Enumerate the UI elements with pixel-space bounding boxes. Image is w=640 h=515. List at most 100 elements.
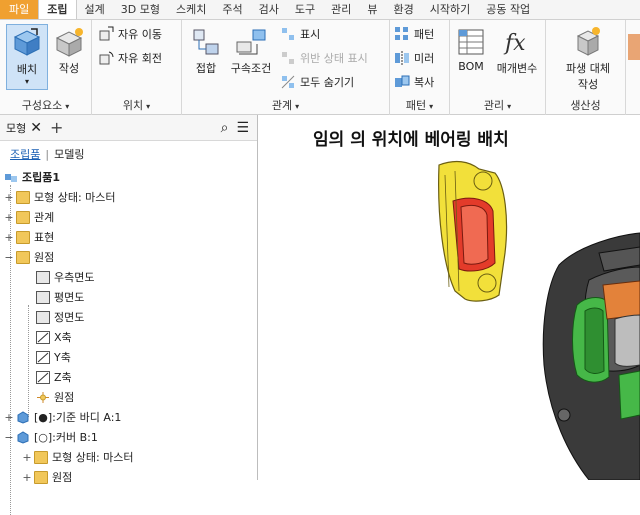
show-sick-button[interactable]: 위반 상태 표시 [280,48,368,68]
tab-inspect[interactable]: 검사 [251,0,287,19]
derive-substitute-icon [576,27,600,56]
tree-node-label: 원점 [34,251,55,264]
part-icon [17,430,29,444]
tab-design[interactable]: 설계 [77,0,113,19]
chevron-down-icon: ▾ [429,102,434,111]
show-sick-label: 위반 상태 표시 [300,52,368,65]
tree-node-cover-model-state[interactable]: + 모형 상태: 마스터 [22,447,134,467]
tree-node-representations[interactable]: + 표현 [4,227,54,247]
parameters-button[interactable]: fx 매개변수 [490,24,544,90]
tab-annotate[interactable]: 주석 [214,0,250,19]
parameters-label: 매개변수 [496,62,538,75]
collapse-icon[interactable]: − [4,251,14,264]
subtab-modeling[interactable]: 모델링 [54,146,84,162]
free-rotate-button[interactable]: 자유 회전 [98,48,162,68]
tree-connector [28,305,29,417]
pattern-button[interactable]: 패턴 [394,24,434,44]
expand-icon[interactable]: + [22,451,32,464]
browser-tab-model[interactable]: 모형 [0,120,30,136]
tree-node-label: 정면도 [54,311,85,324]
place-button[interactable]: 배치 ▾ [6,24,48,90]
mirror-label: 미러 [414,52,435,65]
show-label: 표시 [300,28,321,41]
housing-model[interactable] [542,232,640,480]
tree-node-xy-plane[interactable]: 정면도 [36,307,84,327]
hide-all-button[interactable]: 모두 숨기기 [280,72,354,92]
tree-node-label: 표현 [34,231,55,244]
bom-label: BOM [458,60,484,73]
expand-icon[interactable]: + [22,471,32,484]
bearing-model[interactable] [438,160,508,302]
panel-title-component[interactable]: 구성요소 ▾ [0,97,91,113]
search-icon[interactable]: ⌕ [221,120,229,136]
copy-button[interactable]: 복사 [394,72,434,92]
tab-3d-model[interactable]: 3D 모형 [113,0,168,19]
tab-tools[interactable]: 도구 [287,0,323,19]
pattern-icon [395,27,408,40]
tree-node-base-body[interactable]: + [●]:기준 바디 A:1 [4,407,121,427]
free-rotate-label: 자유 회전 [118,52,162,65]
free-move-label: 자유 이동 [118,28,162,41]
mirror-button[interactable]: 미러 [394,48,434,68]
folder-icon [34,450,48,464]
tree-node-label: [○]:커버 B:1 [34,431,98,444]
subtab-separator: | [45,147,50,161]
pattern-label: 패턴 [414,28,435,41]
constrain-label: 구속조건 [230,62,272,75]
tree-node-z-axis[interactable]: Z축 [36,367,72,387]
collapse-icon[interactable]: − [4,431,14,444]
menu-icon[interactable]: ☰ [236,120,249,136]
constrain-button[interactable]: 구속조건 [228,24,274,90]
panel-title-manage[interactable]: 관리 ▾ [450,97,545,113]
graphics-canvas[interactable]: 임의 의 위치에 베어링 배치 [259,115,640,480]
tree-node-xz-plane[interactable]: 평면도 [36,287,84,307]
tab-environments[interactable]: 환경 [385,0,421,19]
tree-node-cover[interactable]: − [○]:커버 B:1 [4,427,98,447]
bom-button[interactable]: BOM [452,24,490,90]
work-axis-icon [36,330,50,344]
tree-node-model-state[interactable]: + 모형 상태: 마스터 [4,187,116,207]
add-tab-icon[interactable]: + [50,118,63,137]
expand-icon[interactable]: + [4,231,14,244]
create-button[interactable]: 작성 [48,24,90,90]
panel-title-relationships[interactable]: 관계 ▾ [182,97,389,113]
tree-node-x-axis[interactable]: X축 [36,327,72,347]
tree-node-y-axis[interactable]: Y축 [36,347,71,367]
show-button[interactable]: 표시 [280,24,320,44]
expand-icon[interactable]: + [4,211,14,224]
free-rotate-icon [99,51,114,65]
work-point-icon [37,391,49,403]
folder-open-icon [16,250,30,264]
free-move-icon [99,26,114,41]
tree-node-relationships[interactable]: + 관계 [4,207,54,227]
tab-file[interactable]: 파일 [0,0,39,19]
tab-get-started[interactable]: 시작하기 [422,0,478,19]
panel-position: 자유 이동 자유 회전 위치 ▾ [92,20,182,115]
tree-node-center-point[interactable]: 원점 [36,387,74,407]
panel-title-pattern[interactable]: 패턴 ▾ [390,97,449,113]
tab-assemble[interactable]: 조립 [38,0,77,19]
tree-node-yz-plane[interactable]: 우측면도 [36,267,94,287]
close-icon[interactable]: ✕ [30,120,42,136]
hide-all-icon [281,75,295,89]
chevron-down-icon: ▾ [24,77,29,86]
assembly-icon [5,173,17,182]
expand-icon[interactable]: + [4,191,14,204]
create-component-icon [55,28,83,57]
panel-title-position[interactable]: 위치 ▾ [92,97,181,113]
tree-node-label: Z축 [54,371,72,384]
tree-node-assembly[interactable]: 조립품1 [4,167,60,187]
expand-icon[interactable]: + [4,411,14,424]
tab-manage[interactable]: 관리 [323,0,359,19]
subtab-assembly[interactable]: 조립품 [10,146,40,162]
derive-substitute-button[interactable]: 파생 대체 작성 [556,24,620,91]
tree-node-origin[interactable]: − 원점 [4,247,54,267]
overflow-ribbon-item[interactable] [628,34,640,60]
tree-node-cover-origin[interactable]: + 원점 [22,467,72,487]
join-button[interactable]: 접합 [186,24,226,90]
free-move-button[interactable]: 자유 이동 [98,24,162,44]
tab-view[interactable]: 뷰 [359,0,385,19]
tab-collaborate[interactable]: 공동 작업 [478,0,538,19]
folder-icon [16,210,30,224]
tab-sketch[interactable]: 스케치 [168,0,214,19]
